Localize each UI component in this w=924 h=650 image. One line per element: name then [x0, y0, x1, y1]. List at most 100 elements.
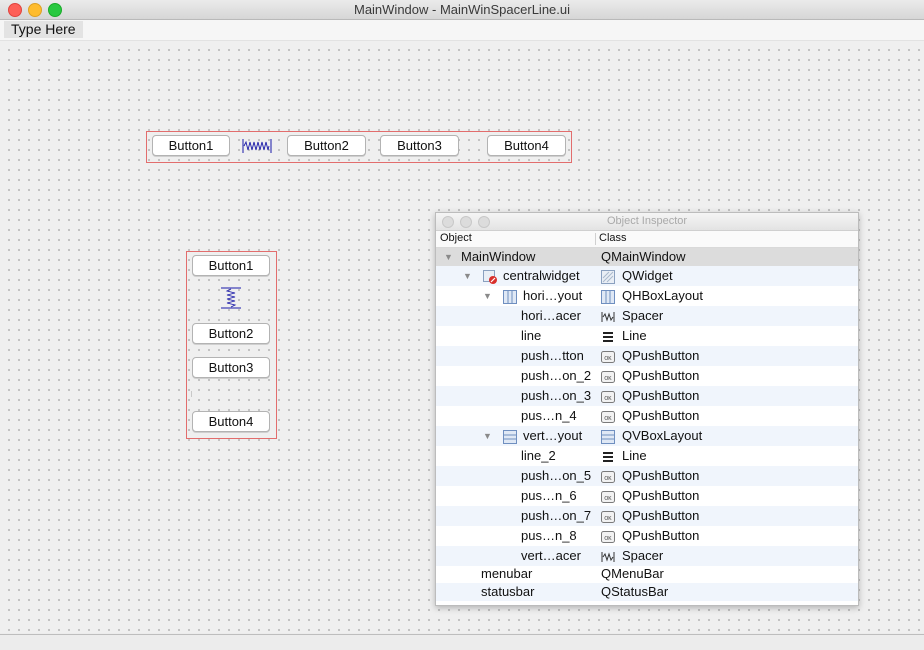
object-name: push…on_3	[521, 388, 592, 403]
inspector-titlebar[interactable]: Object Inspector	[436, 213, 858, 231]
inspector-row[interactable]: ▼ MainWindow QMainWindow	[436, 248, 858, 266]
pushbutton-icon: OK	[601, 390, 615, 403]
class-name: QPushButton	[622, 348, 700, 363]
expand-arrow-icon[interactable]: ▼	[483, 426, 492, 446]
svg-text:OK: OK	[604, 376, 612, 382]
class-name: QStatusBar	[601, 584, 669, 599]
object-name: pus…n_8	[521, 528, 577, 543]
horizontal-spacer-icon[interactable]	[240, 136, 276, 156]
expand-arrow-icon[interactable]: ▼	[463, 266, 472, 286]
h-button-3[interactable]: Button3	[380, 135, 459, 156]
object-name: line	[521, 328, 542, 343]
inspector-row[interactable]: push…on_3 OK QPushButton	[436, 386, 858, 406]
inspector-row[interactable]: push…on_7 OK QPushButton	[436, 506, 858, 526]
expand-arrow-icon[interactable]: ▼	[444, 248, 453, 266]
inspector-row[interactable]: hori…acer Spacer	[436, 306, 858, 326]
pushbutton-icon: OK	[601, 510, 615, 523]
object-name: hori…acer	[521, 308, 581, 323]
object-name: push…on_5	[521, 468, 592, 483]
menu-type-here[interactable]: Type Here	[4, 21, 83, 38]
line-icon	[601, 330, 613, 342]
vertical-spacer-icon[interactable]	[219, 286, 243, 310]
object-name: push…on_2	[521, 368, 592, 383]
object-name: push…on_7	[521, 508, 592, 523]
object-name: vert…yout	[523, 428, 583, 443]
object-name: MainWindow	[461, 249, 536, 264]
statusbar	[0, 634, 924, 650]
svg-text:OK: OK	[604, 496, 612, 502]
inspector-row[interactable]: ▼ hori…yout QHBoxLayout	[436, 286, 858, 306]
h-button-2[interactable]: Button2	[287, 135, 366, 156]
object-name: pus…n_4	[521, 408, 577, 423]
v-button-1[interactable]: Button1	[192, 255, 270, 276]
svg-text:OK: OK	[604, 476, 612, 482]
svg-text:OK: OK	[604, 356, 612, 362]
window-titlebar: MainWindow - MainWinSpacerLine.ui	[0, 0, 924, 20]
pushbutton-icon: OK	[601, 350, 615, 363]
pushbutton-icon: OK	[601, 470, 615, 483]
inspector-row[interactable]: pus…n_8 OK QPushButton	[436, 526, 858, 546]
class-name: QPushButton	[622, 388, 700, 403]
spacer-icon	[601, 550, 615, 562]
inspector-row[interactable]: ▼ vert…yout QVBoxLayout	[436, 426, 858, 446]
object-name: menubar	[481, 566, 533, 581]
svg-text:OK: OK	[604, 536, 612, 542]
vbox-layout-icon	[601, 430, 615, 444]
line-icon	[601, 450, 613, 462]
pushbutton-icon: OK	[601, 410, 615, 423]
hbox-layout-icon	[601, 290, 615, 304]
class-name: Spacer	[622, 548, 664, 563]
svg-text:OK: OK	[604, 396, 612, 402]
object-name: statusbar	[481, 584, 535, 599]
object-name: line_2	[521, 448, 556, 463]
inspector-row[interactable]: push…on_2 OK QPushButton	[436, 366, 858, 386]
inspector-row[interactable]: pus…n_4 OK QPushButton	[436, 406, 858, 426]
expand-arrow-icon[interactable]: ▼	[483, 286, 492, 306]
inspector-title: Object Inspector	[606, 215, 688, 227]
class-name: QHBoxLayout	[622, 288, 703, 303]
inspector-row[interactable]: push…tton OK QPushButton	[436, 346, 858, 366]
widget-broken-icon	[483, 270, 497, 284]
hbox-layout-icon	[503, 290, 517, 304]
object-inspector-panel[interactable]: Object Inspector Object Class ▼ MainWindo…	[435, 212, 859, 606]
class-name: QPushButton	[622, 488, 700, 503]
class-name: QWidget	[622, 268, 673, 283]
h-button-1[interactable]: Button1	[152, 135, 230, 156]
inspector-row[interactable]: line Line	[436, 326, 858, 346]
class-name: QMenuBar	[601, 566, 664, 581]
v-button-3[interactable]: Button3	[192, 357, 270, 378]
column-header-object[interactable]: Object	[440, 232, 472, 244]
class-name: Line	[622, 448, 647, 463]
v-button-2[interactable]: Button2	[192, 323, 270, 344]
inspector-row[interactable]: line_2 Line	[436, 446, 858, 466]
line-widget[interactable]	[191, 391, 192, 397]
spacer-icon	[601, 310, 615, 322]
inspector-row[interactable]: statusbar QStatusBar	[436, 583, 858, 601]
inspector-header: Object Class	[436, 231, 858, 248]
inspector-row[interactable]: ▼ centralwidget QWidget	[436, 266, 858, 286]
svg-text:OK: OK	[604, 416, 612, 422]
inspector-row[interactable]: pus…n_6 OK QPushButton	[436, 486, 858, 506]
menubar: Type Here	[0, 20, 924, 41]
class-name: QPushButton	[622, 508, 700, 523]
widget-icon	[601, 270, 615, 284]
object-name: centralwidget	[503, 268, 580, 283]
pushbutton-icon: OK	[601, 530, 615, 543]
inspector-row[interactable]: menubar QMenuBar	[436, 565, 858, 583]
object-name: pus…n_6	[521, 488, 577, 503]
class-name: QPushButton	[622, 408, 700, 423]
inspector-row[interactable]: push…on_5 OK QPushButton	[436, 466, 858, 486]
object-name: hori…yout	[523, 288, 583, 303]
window-title: MainWindow - MainWinSpacerLine.ui	[353, 2, 571, 17]
pushbutton-icon: OK	[601, 490, 615, 503]
class-name: QPushButton	[622, 528, 700, 543]
v-button-4[interactable]: Button4	[192, 411, 270, 432]
class-name: Line	[622, 328, 647, 343]
class-name: QMainWindow	[601, 249, 686, 264]
class-name: Spacer	[622, 308, 664, 323]
class-name: QPushButton	[622, 368, 700, 383]
h-button-4[interactable]: Button4	[487, 135, 566, 156]
inspector-row[interactable]: vert…acer Spacer	[436, 546, 858, 566]
vbox-layout-icon	[503, 430, 517, 444]
column-header-class[interactable]: Class	[599, 232, 627, 244]
